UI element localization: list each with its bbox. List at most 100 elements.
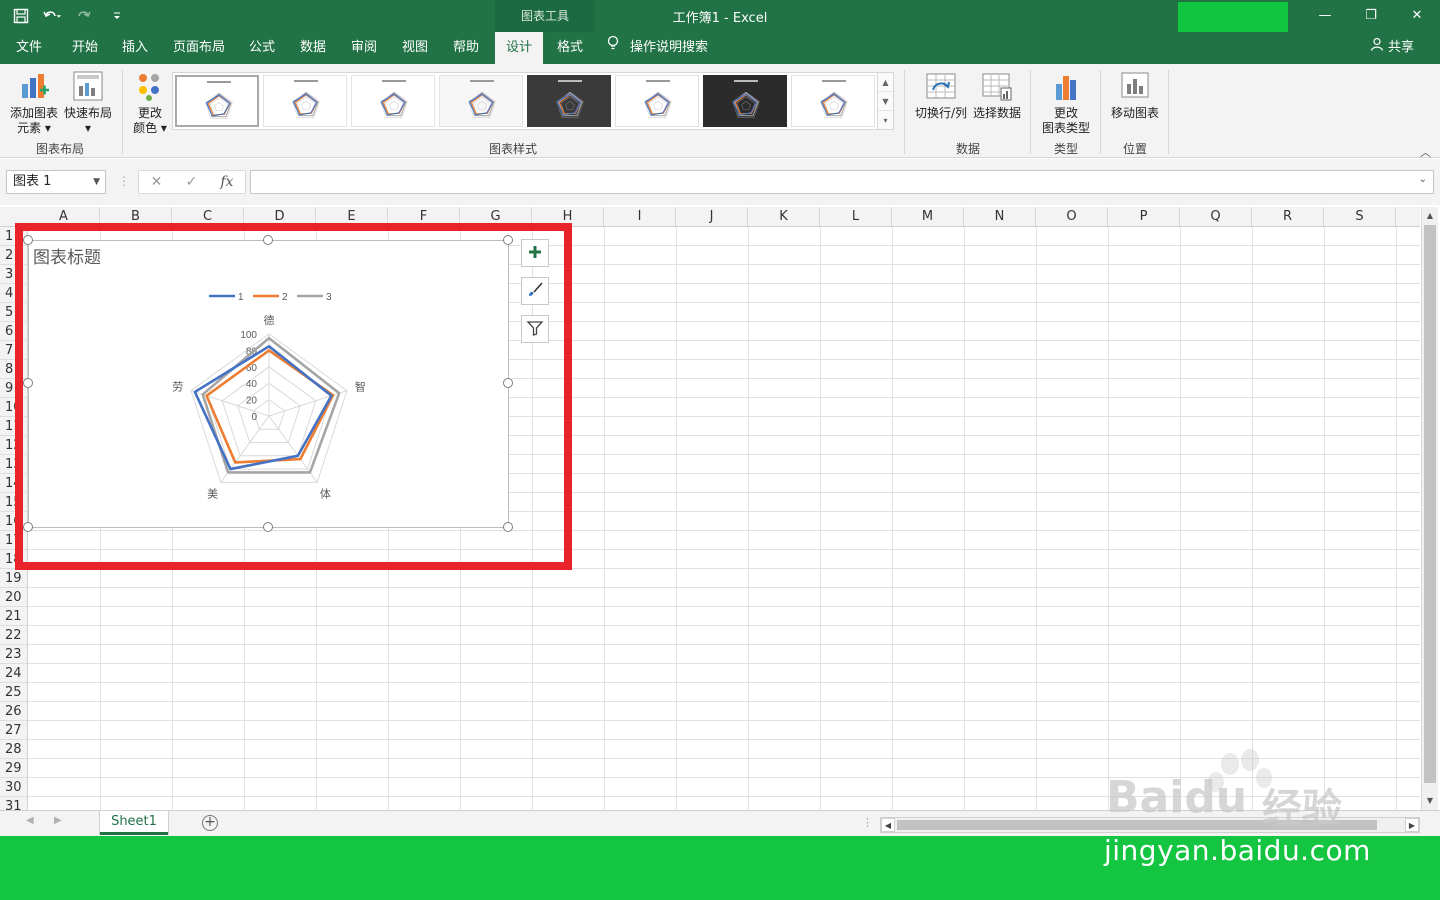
tab-data[interactable]: 数据 bbox=[290, 32, 336, 64]
quick-layout-button[interactable]: 快速布局 ▾ bbox=[62, 70, 114, 136]
gallery-more-icon[interactable]: ▾ bbox=[878, 111, 893, 130]
sheet-prev-icon[interactable]: ◀ bbox=[26, 815, 34, 826]
chart-style-7[interactable] bbox=[703, 75, 787, 127]
restore-button[interactable]: ❐ bbox=[1348, 0, 1394, 30]
move-chart-button[interactable]: 移动图表 bbox=[1106, 70, 1164, 121]
row-header[interactable]: 19 bbox=[0, 569, 27, 588]
row-header[interactable]: 23 bbox=[0, 645, 27, 664]
chart-style-1[interactable] bbox=[175, 75, 259, 127]
thumb-title-bar bbox=[646, 80, 670, 82]
grid-line bbox=[820, 227, 821, 810]
column-header[interactable]: O bbox=[1036, 207, 1108, 227]
grid-line bbox=[28, 606, 1420, 607]
enter-icon[interactable]: ✓ bbox=[185, 174, 197, 190]
tell-me-search[interactable]: 操作说明搜索 bbox=[606, 32, 708, 64]
thumb-title-bar bbox=[734, 80, 758, 82]
customize-qat-chevron-down-icon[interactable] bbox=[104, 4, 130, 28]
insert-function-icon[interactable]: fx bbox=[220, 174, 233, 190]
tab-splitter[interactable]: ⋮ bbox=[862, 816, 873, 829]
scroll-down-icon[interactable]: ▼ bbox=[1422, 793, 1438, 809]
group-chart-styles: 图表样式 bbox=[488, 142, 537, 156]
grid-line bbox=[28, 701, 1420, 702]
select-data-button[interactable]: 选择数据 bbox=[970, 70, 1024, 121]
row-header[interactable]: 27 bbox=[0, 721, 27, 740]
add-chart-element-button[interactable]: 添加图表 元素 ▾ bbox=[6, 70, 62, 136]
group-separator bbox=[1100, 70, 1101, 154]
chart-style-6[interactable] bbox=[615, 75, 699, 127]
gallery-scroll-up-icon[interactable]: ▲ bbox=[878, 73, 893, 92]
change-colors-button[interactable]: 更改 颜色 ▾ bbox=[128, 70, 172, 136]
save-icon[interactable] bbox=[8, 4, 34, 28]
row-header[interactable]: 31 bbox=[0, 797, 27, 810]
column-header[interactable]: N bbox=[964, 207, 1036, 227]
row-header[interactable]: 30 bbox=[0, 778, 27, 797]
gallery-scroll-down-icon[interactable]: ▼ bbox=[878, 92, 893, 111]
formula-bar-splitter[interactable]: ⋮ bbox=[118, 174, 130, 188]
change-chart-type-button[interactable]: 更改 图表类型 bbox=[1036, 70, 1096, 136]
thumb-grid bbox=[389, 101, 399, 111]
grid-line bbox=[892, 227, 893, 810]
row-header[interactable]: 28 bbox=[0, 740, 27, 759]
undo-icon[interactable] bbox=[40, 4, 66, 28]
row-header[interactable]: 24 bbox=[0, 664, 27, 683]
tell-me-label: 操作说明搜索 bbox=[630, 40, 709, 55]
row-header[interactable]: 25 bbox=[0, 683, 27, 702]
add-sheet-plus-icon[interactable]: + bbox=[202, 815, 218, 831]
tab-design[interactable]: 设计 bbox=[495, 32, 543, 64]
change-chart-type-line2: 图表类型 bbox=[1041, 121, 1090, 135]
column-header[interactable]: L bbox=[820, 207, 892, 227]
group-chart-layouts: 图表布局 bbox=[35, 142, 84, 156]
tab-view[interactable]: 视图 bbox=[392, 32, 438, 64]
column-header[interactable]: Q bbox=[1180, 207, 1252, 227]
scroll-up-icon[interactable]: ▲ bbox=[1422, 208, 1438, 224]
sheet-next-icon[interactable]: ▶ bbox=[54, 815, 62, 826]
close-button[interactable]: ✕ bbox=[1394, 0, 1440, 30]
palette-icon bbox=[134, 70, 166, 102]
chart-style-5[interactable] bbox=[527, 75, 611, 127]
scroll-right-icon[interactable]: ▶ bbox=[1405, 818, 1419, 832]
tab-formulas[interactable]: 公式 bbox=[238, 32, 286, 64]
chart-style-2[interactable] bbox=[263, 75, 347, 127]
switch-row-column-button[interactable]: 切换行/列 bbox=[912, 70, 970, 121]
vertical-scrollbar[interactable]: ▲ ▼ bbox=[1421, 207, 1438, 810]
tab-format[interactable]: 格式 bbox=[546, 32, 594, 64]
row-header[interactable]: 26 bbox=[0, 702, 27, 721]
thumb-grid bbox=[653, 101, 663, 111]
cancel-icon[interactable]: ✕ bbox=[151, 174, 163, 190]
collapse-ribbon-icon[interactable]: ︿ bbox=[1420, 144, 1431, 160]
column-header[interactable]: P bbox=[1108, 207, 1180, 227]
column-header[interactable]: K bbox=[748, 207, 820, 227]
tab-insert[interactable]: 插入 bbox=[112, 32, 158, 64]
column-header[interactable]: I bbox=[604, 207, 676, 227]
expand-formula-bar-icon[interactable]: ⌄ bbox=[1419, 174, 1427, 185]
column-header[interactable]: R bbox=[1252, 207, 1324, 227]
chart-style-3[interactable] bbox=[351, 75, 435, 127]
chart-style-8[interactable] bbox=[791, 75, 875, 127]
minimize-button[interactable]: — bbox=[1302, 0, 1348, 30]
row-header[interactable]: 22 bbox=[0, 626, 27, 645]
vertical-scroll-thumb[interactable] bbox=[1424, 225, 1436, 783]
name-box-chevron-down-icon[interactable]: ▼ bbox=[93, 171, 100, 193]
row-header[interactable]: 21 bbox=[0, 607, 27, 626]
tab-help[interactable]: 帮助 bbox=[442, 32, 490, 64]
row-header[interactable]: 20 bbox=[0, 588, 27, 607]
column-header[interactable]: S bbox=[1324, 207, 1396, 227]
chart-style-4[interactable] bbox=[439, 75, 523, 127]
change-chart-type-icon bbox=[1050, 70, 1082, 102]
column-header[interactable]: J bbox=[676, 207, 748, 227]
formula-input[interactable]: ⌄ bbox=[250, 170, 1434, 194]
sheet-tab-sheet1[interactable]: Sheet1 bbox=[100, 811, 168, 835]
grid-line bbox=[1180, 227, 1181, 810]
name-box[interactable]: 图表 1 ▼ bbox=[6, 170, 106, 194]
tab-page-layout[interactable]: 页面布局 bbox=[166, 32, 232, 64]
tab-home[interactable]: 开始 bbox=[60, 32, 110, 64]
row-header[interactable]: 29 bbox=[0, 759, 27, 778]
grid-line bbox=[1036, 227, 1037, 810]
tab-file[interactable]: 文件 bbox=[6, 32, 52, 64]
name-box-value: 图表 1 bbox=[13, 174, 52, 189]
tab-review[interactable]: 审阅 bbox=[340, 32, 388, 64]
scroll-left-icon[interactable]: ◀ bbox=[881, 818, 895, 832]
share-button[interactable]: 共享 bbox=[1370, 32, 1414, 64]
redo-icon[interactable] bbox=[72, 4, 98, 28]
column-header[interactable]: M bbox=[892, 207, 964, 227]
